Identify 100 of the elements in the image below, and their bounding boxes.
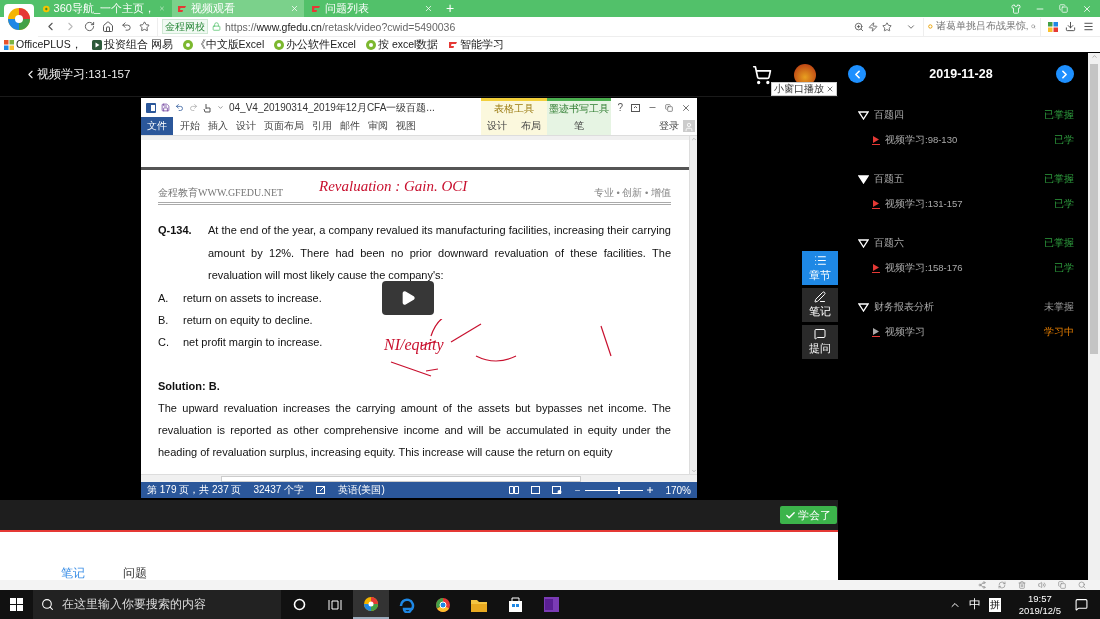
option-letter: C. xyxy=(158,334,169,350)
windows-logo-icon xyxy=(10,598,23,611)
star-icon[interactable] xyxy=(139,21,150,32)
ribbon-tab[interactable]: 布局 xyxy=(517,119,545,134)
ime-mode-indicator[interactable]: 拼 xyxy=(988,597,1001,612)
date-title: 2019-11-28 xyxy=(929,67,993,81)
share-icon[interactable] xyxy=(978,581,986,589)
close-icon[interactable] xyxy=(681,102,691,113)
refresh-icon[interactable] xyxy=(998,581,1006,589)
ribbon-tab[interactable]: 文件 xyxy=(141,117,173,135)
ribbon-tab[interactable]: 开始 xyxy=(176,117,204,135)
help-button[interactable]: ? xyxy=(617,102,623,114)
apps-grid-icon[interactable] xyxy=(1048,21,1058,32)
address-field[interactable]: 金程网校 https://www.gfedu.cn/retask/video?cwid=5490036 xyxy=(157,17,916,36)
bookmark-link[interactable]: 办公软件Excel xyxy=(274,37,356,52)
read-mode-icon[interactable] xyxy=(509,486,520,494)
login-link[interactable]: 登录 xyxy=(659,119,679,134)
print-layout-icon[interactable] xyxy=(531,486,541,494)
customize-icon[interactable] xyxy=(217,104,224,111)
clock[interactable]: 19:57 2019/12/5 xyxy=(1018,592,1061,617)
ribbon-tab[interactable]: 插入 xyxy=(204,117,232,135)
brand-logo-icon xyxy=(177,3,187,14)
home-icon[interactable] xyxy=(102,20,114,33)
tab[interactable]: 笔记 xyxy=(61,566,85,580)
side-tool-button[interactable]: 笔记 xyxy=(802,288,838,322)
undo-icon[interactable] xyxy=(175,103,184,112)
zoom-level[interactable]: 170% xyxy=(665,484,691,496)
play-icon xyxy=(872,199,880,209)
play-button[interactable] xyxy=(382,281,434,315)
zoom-icon[interactable] xyxy=(854,21,864,32)
trash-icon[interactable] xyxy=(1018,581,1026,589)
chapter-item[interactable]: 百题四 已掌握 xyxy=(848,107,1074,123)
star-icon[interactable] xyxy=(882,21,892,32)
zoom-in-icon[interactable] xyxy=(647,487,654,493)
ribbon-tab[interactable]: 页面布局 xyxy=(260,117,308,135)
leaf-circle-icon xyxy=(274,39,285,50)
pinwheel-icon xyxy=(4,39,14,50)
ribbon-tab[interactable]: 笔 xyxy=(570,119,588,134)
ribbon-display-icon[interactable] xyxy=(631,103,640,112)
play-square-icon xyxy=(91,39,102,50)
touch-hand-icon[interactable] xyxy=(203,102,212,113)
back-link[interactable]: 视频学习:131-157 xyxy=(24,67,131,82)
taskbar-search-field[interactable]: 在这里输入你要搜索的内容 xyxy=(33,590,281,619)
ribbon-tab[interactable]: 视图 xyxy=(392,117,420,135)
circle-icon xyxy=(292,598,306,611)
lesson-item[interactable]: 视频学习:98-130 已学 xyxy=(848,132,1074,148)
page-count: 第 179 页，共 237 页 xyxy=(147,483,242,497)
download-icon[interactable] xyxy=(1065,21,1076,32)
next-button[interactable] xyxy=(1056,65,1074,83)
leaf-circle-icon xyxy=(182,39,193,50)
bookmark-link[interactable]: OfficePLUS， xyxy=(4,37,82,52)
ribbon-tab[interactable]: 设计 xyxy=(483,119,511,134)
chapter-item[interactable]: 财务报表分析 未掌握 xyxy=(848,299,1074,315)
lesson-item[interactable]: 视频学习:131-157 已学 xyxy=(848,196,1074,212)
side-tool-button[interactable]: 提问 xyxy=(802,325,838,359)
ribbon-tab[interactable]: 邮件 xyxy=(336,117,364,135)
ime-indicator[interactable]: 中 xyxy=(968,597,981,612)
ribbon-tab[interactable]: 设计 xyxy=(232,117,260,135)
option-letter: B. xyxy=(158,312,169,328)
chapter-item[interactable]: 百题五 已掌握 xyxy=(848,171,1074,187)
search-icon[interactable] xyxy=(1031,22,1036,31)
restore-icon[interactable] xyxy=(665,103,673,112)
notification-icon[interactable] xyxy=(1075,598,1088,611)
bookmark-link[interactable]: 智能学习 xyxy=(448,37,505,52)
web-layout-icon[interactable] xyxy=(552,486,563,494)
reload-icon[interactable] xyxy=(84,21,95,32)
previous-button[interactable] xyxy=(848,65,866,83)
save-icon[interactable] xyxy=(161,103,170,112)
bookmark-link[interactable]: 《中文版Excel xyxy=(182,37,265,52)
list-icon xyxy=(813,253,827,267)
proofing-icon[interactable] xyxy=(316,486,327,494)
lesson-item[interactable]: 视频学习 学习中 xyxy=(848,324,1074,340)
play-icon xyxy=(872,263,880,273)
window-title: 04_V4_20190314_2019年12月CFA一级百题... xyxy=(229,100,435,115)
ribbon-tab[interactable]: 审阅 xyxy=(364,117,392,135)
solution-text: The upward revaluation increases the carrying amount of the assets but bypasses net income. The revaluation is reported as other comprehensive income and will be accumulated in equity under the heading of revaluation surplus, increasing equity. This increase will cause the return on equity xyxy=(158,400,671,461)
tab[interactable]: 问题 xyxy=(123,566,147,580)
language-status[interactable]: 英语(美国) xyxy=(338,483,385,497)
bookmark-link[interactable]: 投资组合 网易 xyxy=(91,37,173,52)
zoom-slider-thumb[interactable] xyxy=(618,486,621,494)
chapter-item[interactable]: 百题六 已掌握 xyxy=(848,235,1074,251)
lesson-item[interactable]: 视频学习:158-176 已学 xyxy=(848,260,1074,276)
chat-icon xyxy=(814,328,826,340)
cart-icon[interactable] xyxy=(752,64,772,85)
option-text: return on equity to decline. xyxy=(183,312,313,328)
side-tool-button[interactable]: 章节 xyxy=(802,251,838,285)
undo-icon[interactable] xyxy=(121,21,132,32)
lightning-icon[interactable] xyxy=(868,21,878,32)
mini-window-button[interactable]: 小窗口播放 xyxy=(771,82,837,96)
ribbon-tab[interactable]: 引用 xyxy=(308,117,336,135)
search-field[interactable]: 诸葛单挑吕布战果惊, xyxy=(923,17,1041,36)
pen-icon xyxy=(814,291,826,303)
handwritten-note: Revaluation : Gain. OCI xyxy=(319,178,468,195)
browser-logo-icon[interactable] xyxy=(353,590,389,619)
menu-icon[interactable] xyxy=(1083,21,1094,32)
solution-label: Solution: B. xyxy=(158,378,221,394)
context-tab-label: 表格工具 xyxy=(493,102,535,117)
close-icon[interactable] xyxy=(826,85,834,93)
search-icon[interactable] xyxy=(1078,581,1086,589)
bookmark-link[interactable]: 按 excel数据 xyxy=(365,37,439,52)
